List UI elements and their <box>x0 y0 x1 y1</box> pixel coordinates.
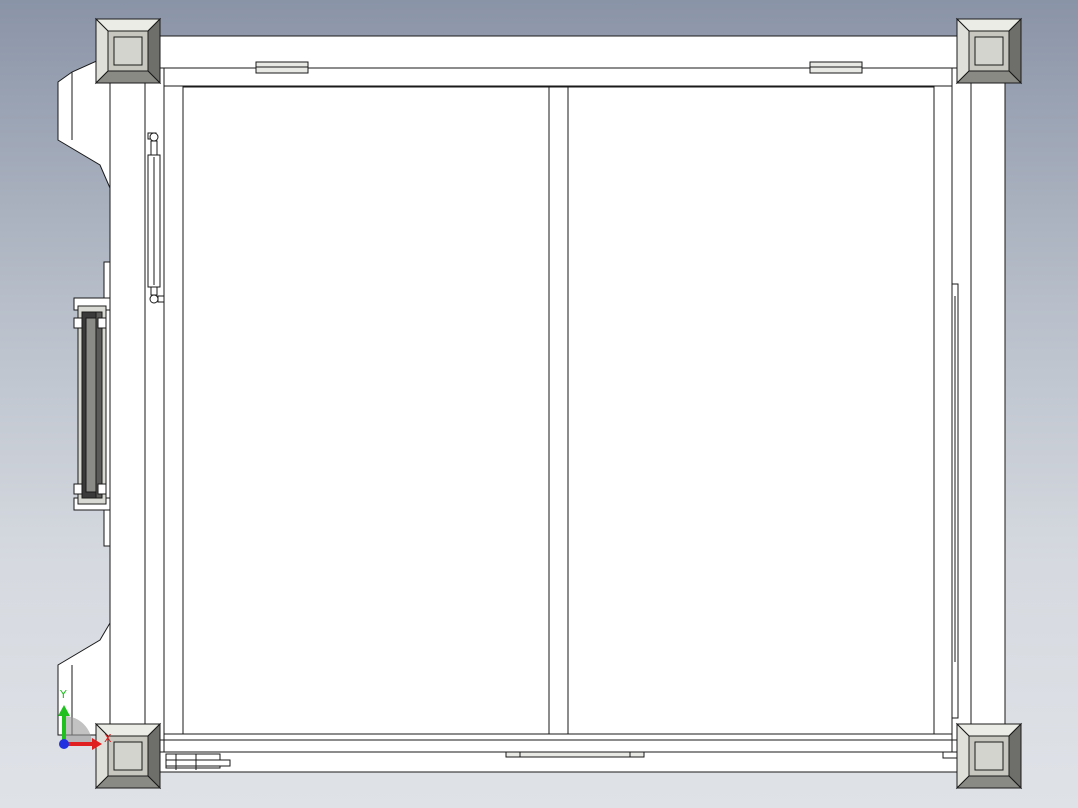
left-door-panel[interactable] <box>182 86 550 735</box>
bottom-center-hinge[interactable] <box>505 751 645 758</box>
motor-pulley-assembly[interactable] <box>73 297 111 511</box>
bottom-left-latch[interactable] <box>165 753 231 770</box>
cad-model-view[interactable] <box>0 0 1078 808</box>
x-axis-label: X <box>104 732 112 745</box>
y-axis-label: Y <box>60 688 67 701</box>
right-side-rail <box>951 283 959 719</box>
cad-graphics-area[interactable]: Y X <box>0 0 1078 808</box>
top-left-hinge[interactable] <box>255 61 309 74</box>
right-door-panel[interactable] <box>567 86 935 735</box>
z-axis-dot <box>59 739 69 749</box>
corner-block-top-right[interactable] <box>955 17 1023 85</box>
corner-block-bottom-right[interactable] <box>955 722 1023 790</box>
top-right-hinge[interactable] <box>809 61 863 74</box>
corner-block-top-left[interactable] <box>94 17 162 85</box>
center-mullion <box>548 86 569 735</box>
